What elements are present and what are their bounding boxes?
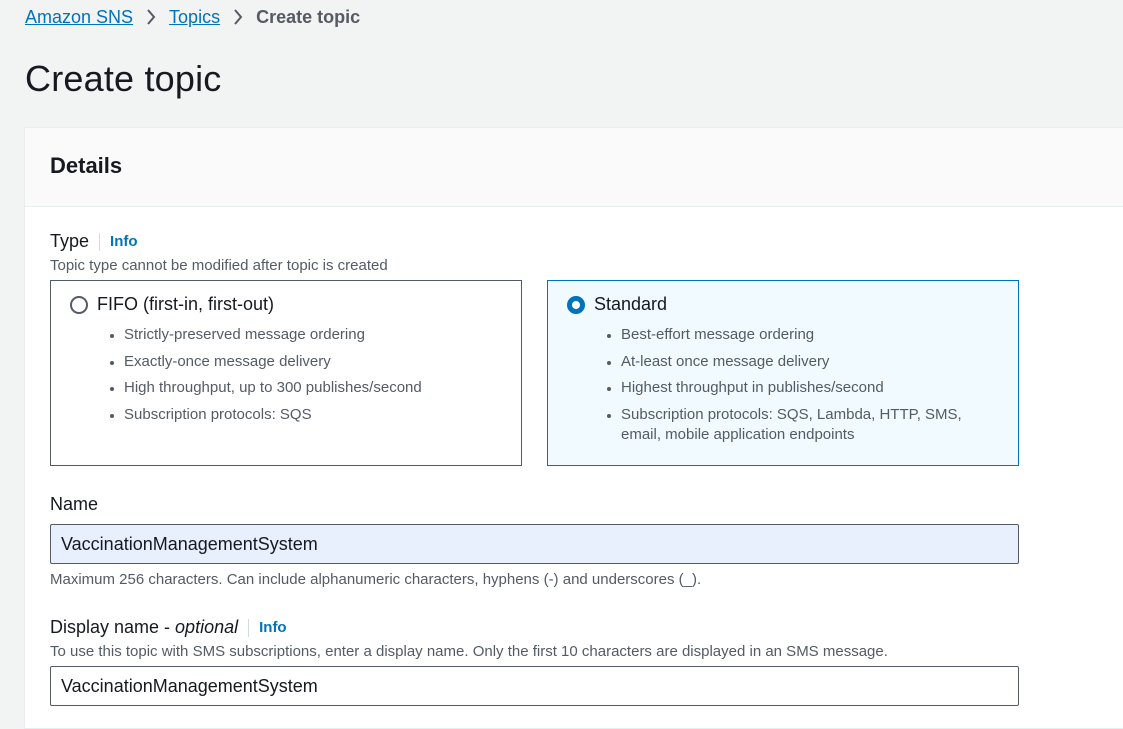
- chevron-right-icon: [146, 9, 156, 25]
- type-info-link[interactable]: Info: [110, 233, 138, 250]
- breadcrumb-link-topics[interactable]: Topics: [169, 7, 220, 28]
- list-item: Subscription protocols: SQS, Lambda, HTT…: [621, 405, 991, 445]
- type-option-standard[interactable]: Standard Best-effort message ordering At…: [547, 280, 1019, 466]
- breadcrumb-current: Create topic: [256, 6, 361, 27]
- type-label: Type: [50, 231, 90, 251]
- display-name-input[interactable]: [50, 666, 1019, 706]
- fifo-radio-button[interactable]: [70, 295, 88, 314]
- chevron-right-icon: [233, 9, 243, 25]
- type-label-row: Type Info: [50, 231, 138, 252]
- list-item: Highest throughput in publishes/second: [621, 378, 991, 398]
- page-title: Create topic: [25, 58, 222, 99]
- breadcrumb: Amazon SNS Topics Create topic: [25, 6, 360, 28]
- display-name-description: To use this topic with SMS subscriptions…: [50, 643, 888, 660]
- fifo-radio-row: FIFO (first-in, first-out): [70, 294, 274, 315]
- list-item: High throughput, up to 300 publishes/sec…: [124, 378, 422, 398]
- standard-radio-row: Standard: [567, 294, 667, 315]
- divider: [99, 232, 101, 251]
- list-item: At-least once message delivery: [621, 352, 991, 372]
- name-label: Name: [50, 494, 99, 514]
- display-name-label-row: Display name - optional Info: [50, 617, 287, 638]
- list-item: Best-effort message ordering: [621, 325, 991, 345]
- display-name-label: Display name -: [50, 617, 176, 637]
- type-option-fifo[interactable]: FIFO (first-in, first-out) Strictly-pres…: [50, 280, 522, 466]
- list-item: Exactly-once message delivery: [124, 352, 422, 372]
- standard-radio-button[interactable]: [567, 295, 585, 314]
- display-name-info-link[interactable]: Info: [259, 619, 287, 636]
- divider: [248, 618, 250, 637]
- list-item: Strictly-preserved message ordering: [124, 325, 422, 345]
- standard-option-label: Standard: [594, 294, 668, 314]
- type-description: Topic type cannot be modified after topi…: [50, 257, 388, 274]
- fifo-feature-list: Strictly-preserved message ordering Exac…: [106, 325, 422, 431]
- list-item: Subscription protocols: SQS: [124, 405, 422, 425]
- name-input[interactable]: [50, 524, 1019, 564]
- details-header: Details: [25, 128, 1123, 207]
- standard-feature-list: Best-effort message ordering At-least on…: [603, 325, 991, 451]
- details-heading: Details: [50, 153, 123, 178]
- fifo-option-label: FIFO (first-in, first-out): [97, 294, 274, 314]
- breadcrumb-link-amazon-sns[interactable]: Amazon SNS: [25, 7, 133, 28]
- display-name-optional-label: optional: [175, 617, 239, 637]
- name-constraint-text: Maximum 256 characters. Can include alph…: [50, 571, 702, 588]
- details-panel: Details Type Info Topic type cannot be m…: [24, 127, 1123, 729]
